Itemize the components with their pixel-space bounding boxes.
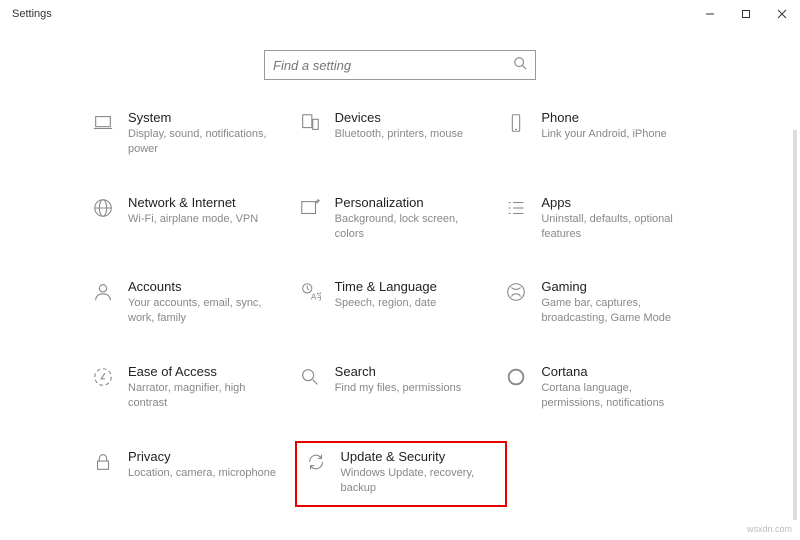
category-desc: Game bar, captures, broadcasting, Game M… bbox=[541, 296, 692, 326]
close-button[interactable] bbox=[764, 0, 800, 28]
category-desc: Bluetooth, printers, mouse bbox=[335, 127, 463, 142]
paint-icon bbox=[297, 195, 323, 242]
titlebar-controls bbox=[692, 0, 800, 28]
category-search[interactable]: Search Find my files, permissions bbox=[297, 364, 504, 411]
titlebar: Settings bbox=[0, 0, 800, 28]
cortana-icon bbox=[503, 364, 529, 411]
category-title: Ease of Access bbox=[128, 364, 279, 379]
search-icon bbox=[513, 56, 527, 75]
vertical-scrollbar[interactable] bbox=[793, 130, 797, 520]
window-title: Settings bbox=[12, 8, 52, 20]
category-title: Gaming bbox=[541, 279, 692, 294]
category-desc: Narrator, magnifier, high contrast bbox=[128, 381, 279, 411]
category-title: Phone bbox=[541, 110, 666, 125]
search-container bbox=[0, 50, 800, 80]
category-desc: Windows Update, recovery, backup bbox=[341, 466, 480, 496]
category-ease[interactable]: Ease of Access Narrator, magnifier, high … bbox=[90, 364, 297, 411]
search-box[interactable] bbox=[264, 50, 536, 80]
person-icon bbox=[90, 279, 116, 326]
category-gaming[interactable]: Gaming Game bar, captures, broadcasting, … bbox=[503, 279, 710, 326]
category-title: Cortana bbox=[541, 364, 692, 379]
category-desc: Speech, region, date bbox=[335, 296, 437, 311]
category-title: Apps bbox=[541, 195, 692, 210]
empty-cell bbox=[497, 449, 710, 496]
devices-icon bbox=[297, 110, 323, 157]
category-title: Privacy bbox=[128, 449, 276, 464]
category-title: Time & Language bbox=[335, 279, 437, 294]
category-title: Update & Security bbox=[341, 449, 480, 464]
category-title: Search bbox=[335, 364, 462, 379]
magnifier-icon bbox=[297, 364, 323, 411]
minimize-button[interactable] bbox=[692, 0, 728, 28]
svg-text:A字: A字 bbox=[311, 292, 321, 302]
category-network[interactable]: Network & Internet Wi-Fi, airplane mode, … bbox=[90, 195, 297, 242]
category-privacy[interactable]: Privacy Location, camera, microphone bbox=[90, 449, 303, 496]
maximize-button[interactable] bbox=[728, 0, 764, 28]
watermark: wsxdn.com bbox=[747, 524, 792, 534]
ease-of-access-icon bbox=[90, 364, 116, 411]
category-desc: Display, sound, notifications, power bbox=[128, 127, 279, 157]
category-title: System bbox=[128, 110, 279, 125]
list-icon bbox=[503, 195, 529, 242]
category-devices[interactable]: Devices Bluetooth, printers, mouse bbox=[297, 110, 504, 157]
category-cortana[interactable]: Cortana Cortana language, permissions, no… bbox=[503, 364, 710, 411]
globe-icon bbox=[90, 195, 116, 242]
category-desc: Uninstall, defaults, optional features bbox=[541, 212, 692, 242]
category-title: Accounts bbox=[128, 279, 279, 294]
category-time[interactable]: A字 Time & Language Speech, region, date bbox=[297, 279, 504, 326]
search-input[interactable] bbox=[273, 58, 513, 73]
category-title: Devices bbox=[335, 110, 463, 125]
category-desc: Wi-Fi, airplane mode, VPN bbox=[128, 212, 258, 227]
category-desc: Find my files, permissions bbox=[335, 381, 462, 396]
category-desc: Background, lock screen, colors bbox=[335, 212, 486, 242]
xbox-icon bbox=[503, 279, 529, 326]
category-desc: Your accounts, email, sync, work, family bbox=[128, 296, 279, 326]
category-desc: Location, camera, microphone bbox=[128, 466, 276, 481]
time-language-icon: A字 bbox=[297, 279, 323, 326]
category-personalization[interactable]: Personalization Background, lock screen, … bbox=[297, 195, 504, 242]
phone-icon bbox=[503, 110, 529, 157]
category-title: Network & Internet bbox=[128, 195, 258, 210]
lock-icon bbox=[90, 449, 116, 496]
category-update-security[interactable]: Update & Security Windows Update, recover… bbox=[295, 441, 508, 508]
category-apps[interactable]: Apps Uninstall, defaults, optional featur… bbox=[503, 195, 710, 242]
category-title: Personalization bbox=[335, 195, 486, 210]
category-desc: Link your Android, iPhone bbox=[541, 127, 666, 142]
categories-grid: System Display, sound, notifications, pow… bbox=[0, 110, 800, 495]
category-desc: Cortana language, permissions, notificat… bbox=[541, 381, 692, 411]
category-phone[interactable]: Phone Link your Android, iPhone bbox=[503, 110, 710, 157]
sync-icon bbox=[303, 449, 329, 496]
category-accounts[interactable]: Accounts Your accounts, email, sync, work… bbox=[90, 279, 297, 326]
category-system[interactable]: System Display, sound, notifications, pow… bbox=[90, 110, 297, 157]
laptop-icon bbox=[90, 110, 116, 157]
